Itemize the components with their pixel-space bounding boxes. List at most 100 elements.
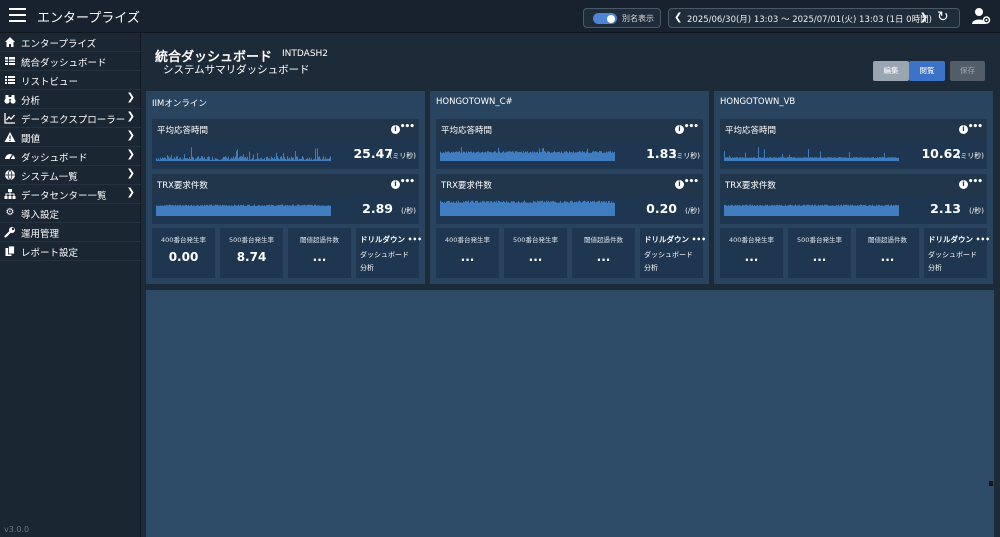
drilldown-title[interactable]: ドリルダウン •••	[928, 234, 990, 245]
stat-value: ...	[744, 250, 759, 264]
info-icon[interactable]: i	[391, 180, 400, 189]
sidebar-item-label: データセンター一覧	[21, 191, 107, 202]
date-range-selector[interactable]: ❮ 2025/06/30(月) 13:03 〜 2025/07/01(火) 13…	[668, 8, 960, 28]
chevron-right-icon[interactable]: ❯	[920, 12, 928, 23]
sidebar-item-label: ダッシュボード	[21, 153, 88, 164]
sparkline-trx-requests	[156, 204, 331, 216]
chevron-left-icon[interactable]: ❮	[674, 12, 682, 23]
gauge-icon	[5, 154, 15, 160]
app-version: v3.0.0	[4, 525, 30, 534]
metric-trx-requests: TRX要求件数 i ••• 2.89 (/秒)	[152, 174, 419, 224]
gear-icon: ⚙	[5, 207, 15, 218]
sidebar-item-install-settings[interactable]: ⚙ 導入設定	[0, 204, 141, 223]
metric-unit: (/秒)	[401, 207, 416, 215]
metric-value: 2.89	[362, 201, 393, 216]
stat-value: ...	[460, 250, 475, 264]
info-icon[interactable]: i	[391, 125, 400, 134]
info-icon[interactable]: i	[959, 180, 968, 189]
drilldown-link-dashboard[interactable]: ダッシュボード	[360, 250, 409, 260]
sidebar-item-integrated-dashboard[interactable]: 統合ダッシュボード	[0, 52, 141, 71]
stat-label: 500番台発生率	[513, 236, 558, 244]
more-icon[interactable]: •••	[684, 122, 699, 132]
stat-5xx-rate[interactable]: 500番台発生率 ...	[504, 228, 567, 278]
view-button[interactable]: 閲覧	[909, 61, 945, 81]
sidebar-item-label: エンタープライズ	[21, 39, 97, 50]
chevron-right-icon: ❯	[126, 149, 135, 160]
more-icon[interactable]: •••	[976, 235, 990, 244]
user-settings-icon[interactable]	[971, 7, 991, 25]
warning-icon	[4, 132, 16, 142]
drilldown-link-analysis[interactable]: 分析	[360, 263, 374, 273]
more-icon[interactable]: •••	[684, 177, 699, 187]
stat-4xx-rate[interactable]: 400番台発生率 ...	[720, 228, 783, 278]
sidebar-item-operations[interactable]: 運用管理	[0, 223, 141, 242]
metric-header: 平均応答時間 i •••	[436, 119, 703, 140]
drilldown-link-analysis[interactable]: 分析	[644, 263, 658, 273]
metric-avg-response: 平均応答時間 i ••• 25.47 (ミリ秒)	[152, 119, 419, 169]
sparkline-avg-response	[440, 147, 615, 161]
metric-unit: (ミリ秒)	[389, 152, 416, 160]
sidebar-item-label: リストビュー	[21, 77, 79, 88]
copy-icon	[5, 245, 15, 256]
sidebar-item-label: 分析	[21, 96, 41, 107]
sidebar-item-label: 統合ダッシュボード	[21, 58, 107, 69]
more-icon[interactable]: •••	[692, 235, 706, 244]
sidebar-item-threshold[interactable]: 閾値 ❯	[0, 128, 141, 147]
sidebar-item-report-settings[interactable]: レポート設定	[0, 242, 141, 261]
stat-label: 500番台発生率	[797, 236, 842, 244]
more-icon[interactable]: •••	[400, 177, 415, 187]
edit-button[interactable]: 編集	[873, 61, 909, 81]
stat-4xx-rate[interactable]: 400番台発生率 ...	[436, 228, 499, 278]
sidebar-item-list-view[interactable]: リストビュー	[0, 71, 141, 90]
refresh-icon[interactable]: ↻	[937, 9, 949, 25]
drilldown-title[interactable]: ドリルダウン •••	[360, 234, 422, 245]
sidebar-item-dashboard[interactable]: ダッシュボード ❯	[0, 147, 141, 166]
sidebar-item-data-explorer[interactable]: データエクスプローラー ❯	[0, 109, 141, 128]
stat-4xx-rate[interactable]: 400番台発生率 0.00	[152, 228, 215, 278]
sidebar-item-analysis[interactable]: 分析 ❯	[0, 90, 141, 109]
sidebar-item-datacenter-list[interactable]: データセンター一覧 ❯	[0, 185, 141, 204]
drilldown-link-analysis[interactable]: 分析	[928, 263, 942, 273]
hamburger-menu-icon[interactable]	[9, 8, 26, 22]
drilldown-link-dashboard[interactable]: ダッシュボード	[928, 250, 977, 260]
stat-value: ...	[812, 250, 827, 264]
metric-header: TRX要求件数 i •••	[436, 174, 703, 195]
sidebar-item-label: 導入設定	[21, 210, 60, 221]
stat-5xx-rate[interactable]: 500番台発生率 8.74	[220, 228, 283, 278]
metric-header: TRX要求件数 i •••	[720, 174, 987, 195]
stat-threshold-exceeded[interactable]: 閾値超過件数 ...	[572, 228, 635, 278]
system-panel-iim-online: IIMオンライン 平均応答時間 i ••• 25.47 (ミリ秒) TRX要求件…	[146, 91, 425, 284]
date-range-text[interactable]: 2025/06/30(月) 13:03 〜 2025/07/01(火) 13:0…	[687, 13, 932, 25]
stat-label: 閾値超過件数	[868, 236, 907, 244]
stat-threshold-exceeded[interactable]: 閾値超過件数 ...	[288, 228, 351, 278]
more-icon[interactable]: •••	[968, 122, 983, 132]
save-button[interactable]: 保存	[950, 61, 985, 81]
alias-display-toggle[interactable]: 別名表示	[583, 8, 661, 28]
metric-avg-response: 平均応答時間 i ••• 1.83 (ミリ秒)	[436, 119, 703, 169]
sidebar-item-enterprise[interactable]: エンタープライズ	[0, 33, 141, 52]
drilldown-label: ドリルダウン	[644, 235, 689, 244]
info-icon[interactable]: i	[959, 125, 968, 134]
drilldown-link-dashboard[interactable]: ダッシュボード	[644, 250, 693, 260]
stat-threshold-exceeded[interactable]: 閾値超過件数 ...	[856, 228, 919, 278]
metric-unit: (/秒)	[685, 207, 700, 215]
scrollbar-handle[interactable]	[989, 481, 993, 486]
more-icon[interactable]: •••	[408, 235, 422, 244]
metric-avg-response: 平均応答時間 i ••• 10.62 (ミリ秒)	[720, 119, 987, 169]
dashboard-empty-area	[146, 290, 994, 537]
drilldown-title[interactable]: ドリルダウン •••	[644, 234, 706, 245]
stat-5xx-rate[interactable]: 500番台発生率 ...	[788, 228, 851, 278]
info-icon[interactable]: i	[675, 180, 684, 189]
toggle-switch[interactable]	[593, 13, 617, 24]
chevron-right-icon: ❯	[126, 92, 135, 103]
stat-value: 8.74	[236, 250, 267, 264]
sidebar-item-system-list[interactable]: システム一覧 ❯	[0, 166, 141, 185]
page-code: INTDASH2	[282, 49, 329, 59]
more-icon[interactable]: •••	[400, 122, 415, 132]
metric-value: 0.20	[646, 201, 677, 216]
info-icon[interactable]: i	[675, 125, 684, 134]
more-icon[interactable]: •••	[968, 177, 983, 187]
stat-label: 400番台発生率	[161, 236, 206, 244]
metric-value: 25.47	[353, 146, 393, 161]
metric-name: 平均応答時間	[157, 126, 209, 136]
